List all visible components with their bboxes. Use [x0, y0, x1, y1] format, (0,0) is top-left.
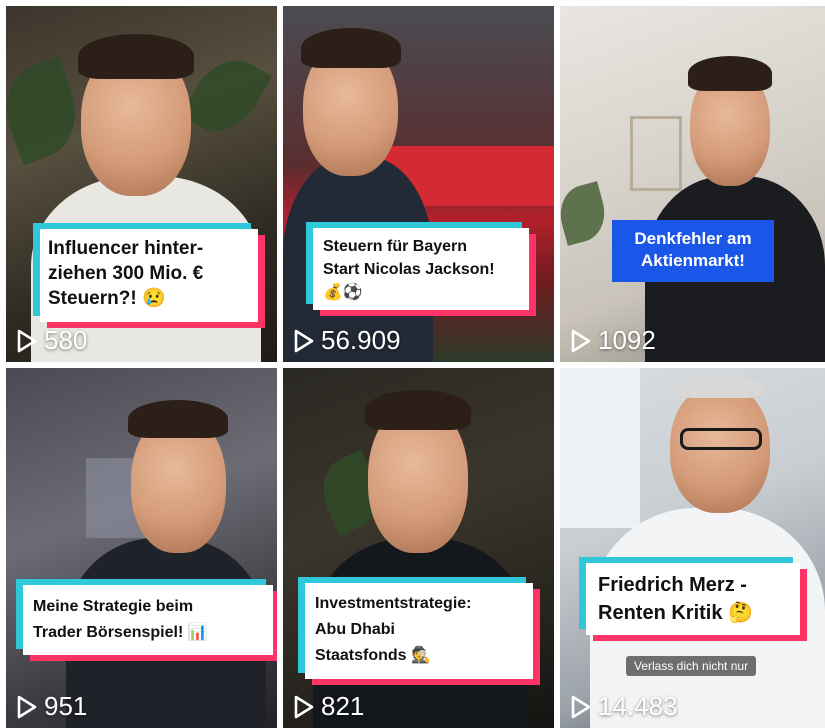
- video-thumbnail[interactable]: Denkfehler am Aktienmarkt! 1092: [560, 6, 825, 362]
- video-thumbnail[interactable]: Steuern für Bayern Start Nicolas Jackson…: [283, 6, 554, 362]
- video-thumbnail[interactable]: Friedrich Merz - Renten Kritik 🤔 Verlass…: [560, 368, 825, 728]
- view-count: 951: [16, 691, 87, 722]
- video-caption: Influencer hinter- ziehen 300 Mio. € Ste…: [40, 229, 258, 322]
- video-thumbnail[interactable]: Influencer hinter- ziehen 300 Mio. € Ste…: [6, 6, 277, 362]
- video-thumbnail[interactable]: Investmentstrategie: Abu Dhabi Staatsfon…: [283, 368, 554, 728]
- play-outline-icon: [571, 329, 591, 352]
- person-hair: [301, 28, 401, 68]
- view-count: 14.483: [570, 691, 678, 722]
- person-hair: [678, 376, 762, 398]
- view-count: 580: [16, 325, 87, 356]
- play-outline-icon: [571, 695, 591, 718]
- view-count: 56.909: [293, 325, 401, 356]
- person-hair: [365, 390, 471, 430]
- window: [560, 368, 640, 528]
- plant-leaf: [6, 56, 90, 166]
- play-outline-icon: [294, 695, 314, 718]
- video-caption: Denkfehler am Aktienmarkt!: [612, 220, 774, 282]
- video-grid: Influencer hinter- ziehen 300 Mio. € Ste…: [0, 0, 825, 728]
- person-hair: [78, 34, 194, 79]
- view-count: 1092: [570, 325, 656, 356]
- view-count: 821: [293, 691, 364, 722]
- person-hair: [128, 400, 228, 438]
- video-caption: Steuern für Bayern Start Nicolas Jackson…: [313, 228, 529, 310]
- wall-frame: [630, 116, 682, 191]
- video-thumbnail[interactable]: Meine Strategie beim Trader Börsenspiel!…: [6, 368, 277, 728]
- video-caption: Investmentstrategie: Abu Dhabi Staatsfon…: [305, 583, 533, 679]
- play-outline-icon: [17, 695, 37, 718]
- play-outline-icon: [294, 329, 314, 352]
- video-caption: Meine Strategie beim Trader Börsenspiel!…: [23, 585, 273, 655]
- video-caption: Friedrich Merz - Renten Kritik 🤔: [586, 563, 800, 635]
- plant-leaf: [560, 181, 612, 246]
- glasses: [680, 428, 762, 450]
- video-subtitle: Verlass dich nicht nur: [626, 656, 757, 676]
- person-hair: [688, 56, 772, 91]
- play-outline-icon: [17, 329, 37, 352]
